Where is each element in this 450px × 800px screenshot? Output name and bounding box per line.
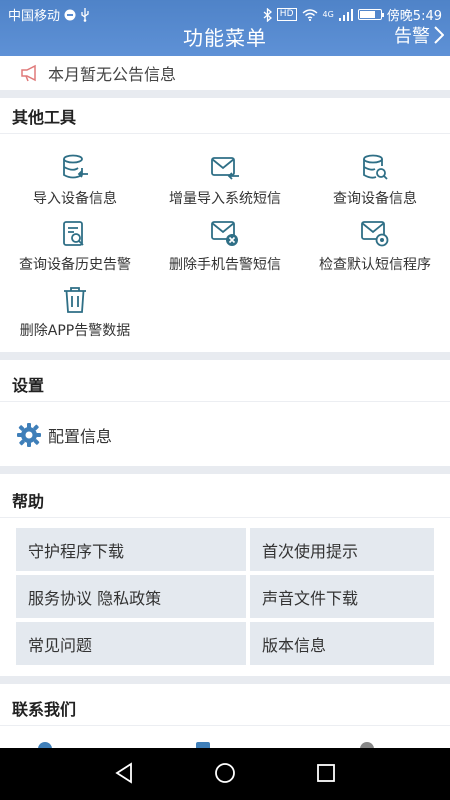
section-divider <box>0 676 450 684</box>
status-bar: 中国移动 HD 4G 傍晚5:49 <box>0 0 450 24</box>
tool-delete-app-data[interactable]: 删除APP告警数据 <box>0 284 150 340</box>
mail-settings-icon <box>361 221 389 247</box>
database-import-icon <box>63 154 88 179</box>
help-section-title: 帮助 <box>0 482 450 518</box>
tool-query-device[interactable]: 查询设备信息 <box>300 152 450 208</box>
section-divider <box>0 90 450 98</box>
notice-bar[interactable]: 本月暂无公告信息 <box>0 56 450 90</box>
hd-badge: HD <box>276 8 297 21</box>
help-daemon-download[interactable]: 守护程序下载 <box>16 528 246 571</box>
section-divider <box>0 466 450 474</box>
tool-label: 删除手机告警短信 <box>169 257 281 273</box>
megaphone-icon <box>21 64 36 82</box>
help-sound-file-download[interactable]: 声音文件下载 <box>250 575 434 618</box>
database-search-icon <box>363 154 388 180</box>
tool-import-sms[interactable]: 增量导入系统短信 <box>150 152 300 208</box>
help-version-info[interactable]: 版本信息 <box>250 622 434 665</box>
signal-icon <box>338 8 353 21</box>
top-bar: 中国移动 HD 4G 傍晚5:49 功能菜单 告警 <box>0 0 450 56</box>
tool-label: 增量导入系统短信 <box>169 191 281 207</box>
contact-section-title: 联系我们 <box>0 690 450 726</box>
contact-items-peek <box>0 728 450 750</box>
chevron-right-icon <box>434 26 444 44</box>
tool-label: 查询设备信息 <box>333 191 417 207</box>
battery-icon <box>357 9 384 20</box>
recents-icon[interactable] <box>315 762 337 784</box>
network-type: 4G <box>322 10 334 19</box>
tool-check-sms-app[interactable]: 检查默认短信程序 <box>300 218 450 274</box>
config-info-label: 配置信息 <box>48 427 113 446</box>
help-first-use-tips[interactable]: 首次使用提示 <box>250 528 434 571</box>
app-notification-icon <box>64 9 76 20</box>
back-icon[interactable] <box>113 762 135 784</box>
page-title: 功能菜单 <box>183 26 267 50</box>
help-service-agreement[interactable]: 服务协议 隐私政策 <box>16 575 246 618</box>
gear-icon <box>17 423 41 447</box>
alarm-label: 告警 <box>394 26 430 47</box>
document-search-icon <box>63 221 84 246</box>
tool-label: 删除APP告警数据 <box>19 323 131 339</box>
tool-query-history[interactable]: 查询设备历史告警 <box>0 218 150 274</box>
home-icon[interactable] <box>214 762 236 784</box>
notice-text: 本月暂无公告信息 <box>48 65 177 84</box>
tool-label: 检查默认短信程序 <box>319 257 431 273</box>
help-faq[interactable]: 常见问题 <box>16 622 246 665</box>
tool-label: 导入设备信息 <box>33 191 117 207</box>
mail-import-icon <box>211 157 239 180</box>
section-divider <box>0 352 450 360</box>
tools-section-title: 其他工具 <box>0 98 450 134</box>
bluetooth-icon <box>263 7 272 22</box>
tool-import-device[interactable]: 导入设备信息 <box>0 152 150 208</box>
tool-label: 查询设备历史告警 <box>19 257 131 273</box>
settings-section-title: 设置 <box>0 366 450 402</box>
trash-icon <box>64 287 86 313</box>
wifi-icon <box>302 8 317 21</box>
mail-delete-icon <box>211 221 238 246</box>
alarm-button[interactable]: 告警 <box>394 22 444 48</box>
usb-icon <box>81 7 89 22</box>
tool-delete-sms[interactable]: 删除手机告警短信 <box>150 218 300 274</box>
config-info-item[interactable]: 配置信息 <box>0 404 450 466</box>
system-nav-bar <box>0 748 450 800</box>
